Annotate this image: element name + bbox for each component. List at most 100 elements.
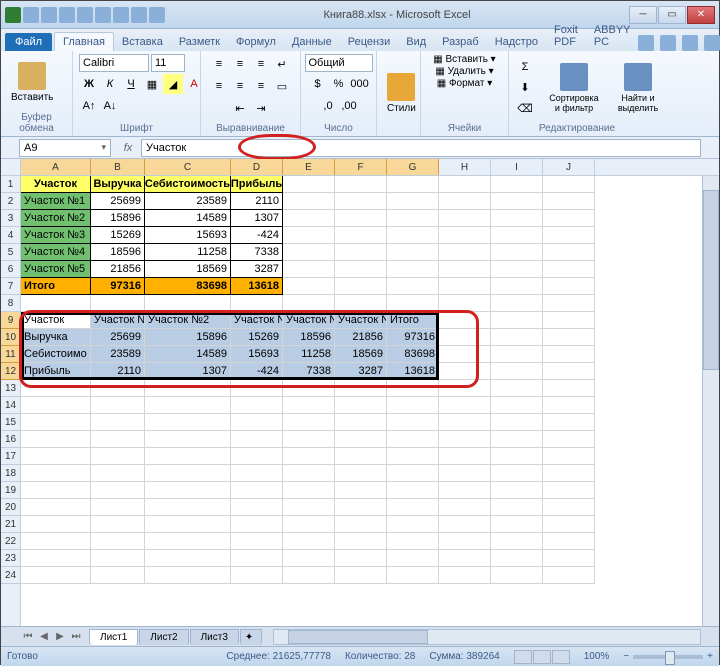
size-select[interactable]: 11 [151, 54, 185, 72]
cell[interactable] [91, 380, 145, 397]
cell[interactable] [91, 431, 145, 448]
percent-button[interactable]: % [329, 74, 349, 94]
cells[interactable]: УчастокВыручкаСебистоимостьПрибыльУчасто… [21, 176, 719, 584]
col-header[interactable]: C [145, 159, 231, 175]
cell[interactable] [439, 567, 491, 584]
cell[interactable] [283, 550, 335, 567]
cell[interactable] [283, 380, 335, 397]
cell[interactable] [491, 448, 543, 465]
tab-review[interactable]: Рецензи [340, 33, 399, 51]
cell[interactable] [231, 380, 283, 397]
cell[interactable]: Участок №5 [21, 261, 91, 278]
cell[interactable]: 3287 [335, 363, 387, 380]
cell[interactable] [439, 414, 491, 431]
cell[interactable] [145, 516, 231, 533]
cell[interactable] [543, 414, 595, 431]
cell[interactable] [491, 193, 543, 210]
cell[interactable] [387, 465, 439, 482]
cell[interactable] [439, 329, 491, 346]
cell[interactable] [439, 516, 491, 533]
cell[interactable]: 15896 [91, 210, 145, 227]
cell[interactable]: Участок №3 [21, 227, 91, 244]
wrap-button[interactable]: ↵ [272, 54, 292, 74]
cell[interactable] [335, 516, 387, 533]
cell[interactable] [439, 295, 491, 312]
cell[interactable]: 14589 [145, 210, 231, 227]
cell[interactable] [283, 533, 335, 550]
cell[interactable] [491, 210, 543, 227]
cell[interactable]: 1307 [145, 363, 231, 380]
cell[interactable]: 2110 [91, 363, 145, 380]
cell[interactable] [335, 176, 387, 193]
cell[interactable] [543, 261, 595, 278]
cell[interactable] [439, 380, 491, 397]
cell[interactable] [283, 567, 335, 584]
qat-icon[interactable] [113, 7, 129, 23]
cell[interactable] [543, 516, 595, 533]
cell[interactable]: Прибыль [231, 176, 283, 193]
cell[interactable]: 2110 [231, 193, 283, 210]
cell[interactable]: 83698 [387, 346, 439, 363]
cell[interactable] [283, 465, 335, 482]
cell[interactable] [335, 295, 387, 312]
row-header[interactable]: 1 [1, 176, 20, 193]
cell[interactable] [145, 465, 231, 482]
cell[interactable] [543, 295, 595, 312]
close-doc-icon[interactable] [704, 35, 720, 51]
cell[interactable]: 83698 [145, 278, 231, 295]
cell[interactable] [21, 482, 91, 499]
cell[interactable]: 15693 [145, 227, 231, 244]
cell[interactable] [91, 482, 145, 499]
sheet-nav-prev[interactable]: ◀ [37, 630, 51, 644]
redo-icon[interactable] [59, 7, 75, 23]
cell[interactable] [543, 278, 595, 295]
comma-button[interactable]: 000 [350, 74, 370, 94]
row-header[interactable]: 16 [1, 431, 20, 448]
view-break-button[interactable] [552, 650, 570, 664]
cell[interactable] [231, 448, 283, 465]
cell[interactable] [231, 499, 283, 516]
row-header[interactable]: 3 [1, 210, 20, 227]
cell[interactable]: Участок [21, 176, 91, 193]
qat-icon[interactable] [149, 7, 165, 23]
row-header[interactable]: 11 [1, 346, 20, 363]
help-icon[interactable] [638, 35, 654, 51]
cell[interactable] [543, 227, 595, 244]
align-middle-button[interactable]: ≡ [230, 54, 250, 74]
cell[interactable] [387, 227, 439, 244]
cell[interactable] [387, 278, 439, 295]
cell[interactable] [491, 295, 543, 312]
cell[interactable] [231, 414, 283, 431]
tab-home[interactable]: Главная [54, 32, 114, 51]
cell[interactable] [387, 431, 439, 448]
cell[interactable]: -424 [231, 363, 283, 380]
cell[interactable] [91, 499, 145, 516]
cell[interactable] [231, 533, 283, 550]
cell[interactable] [439, 482, 491, 499]
cell[interactable] [387, 397, 439, 414]
row-header[interactable]: 19 [1, 482, 20, 499]
cell[interactable] [543, 550, 595, 567]
save-icon[interactable] [23, 7, 39, 23]
view-normal-button[interactable] [514, 650, 532, 664]
cell[interactable] [543, 465, 595, 482]
col-header[interactable]: D [231, 159, 283, 175]
cell[interactable] [21, 499, 91, 516]
cell[interactable] [231, 465, 283, 482]
cell[interactable] [491, 465, 543, 482]
cell[interactable] [439, 261, 491, 278]
cell[interactable] [231, 567, 283, 584]
align-right-button[interactable]: ≡ [251, 76, 271, 96]
cell[interactable] [283, 448, 335, 465]
cell[interactable] [145, 295, 231, 312]
cell[interactable] [91, 397, 145, 414]
row-header[interactable]: 24 [1, 567, 20, 584]
tab-file[interactable]: Файл [5, 33, 52, 51]
cell[interactable]: 18569 [145, 261, 231, 278]
cell[interactable] [491, 397, 543, 414]
cell[interactable] [283, 414, 335, 431]
scrollbar-thumb[interactable] [288, 630, 428, 644]
row-header[interactable]: 5 [1, 244, 20, 261]
cell[interactable] [543, 210, 595, 227]
cell[interactable] [335, 482, 387, 499]
